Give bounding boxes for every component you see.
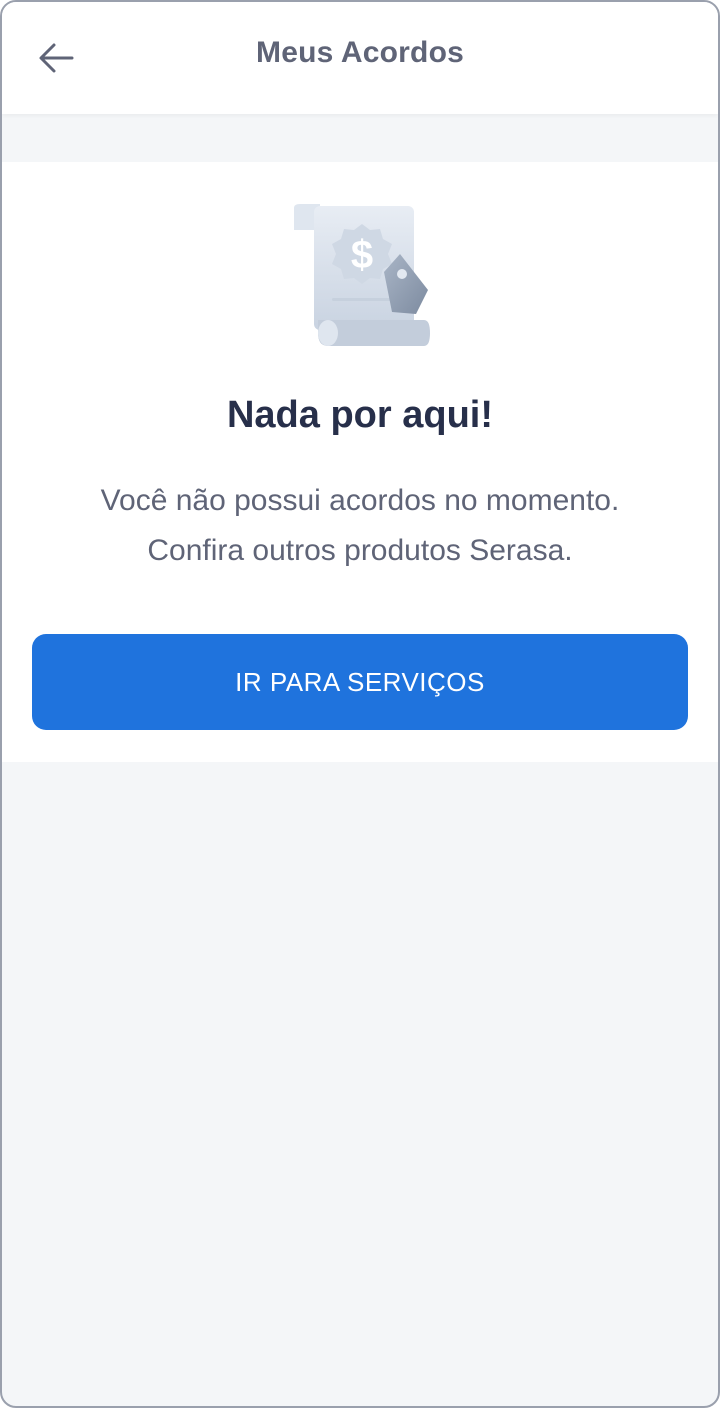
- top-app-bar: Meus Acordos: [2, 2, 718, 114]
- receipt-dollar-tag-icon: $: [294, 204, 430, 346]
- page-title: Meus Acordos: [256, 36, 464, 69]
- svg-text:$: $: [351, 233, 373, 277]
- app-screen: Meus Acordos $ Nada por aqui! Você não p…: [0, 0, 720, 1408]
- empty-state-card: $ Nada por aqui! Você não possui acordos…: [2, 162, 718, 762]
- empty-state-message-line-1: Você não possui acordos no momento.: [100, 484, 620, 517]
- go-to-services-button[interactable]: IR PARA SERVIÇOS: [32, 634, 688, 730]
- section-spacer: [2, 114, 718, 162]
- empty-state-message: Você não possui acordos no momento. Conf…: [2, 476, 718, 576]
- empty-state-title: Nada por aqui!: [226, 394, 494, 436]
- empty-state-message-line-2: Confira outros produtos Serasa.: [147, 534, 573, 567]
